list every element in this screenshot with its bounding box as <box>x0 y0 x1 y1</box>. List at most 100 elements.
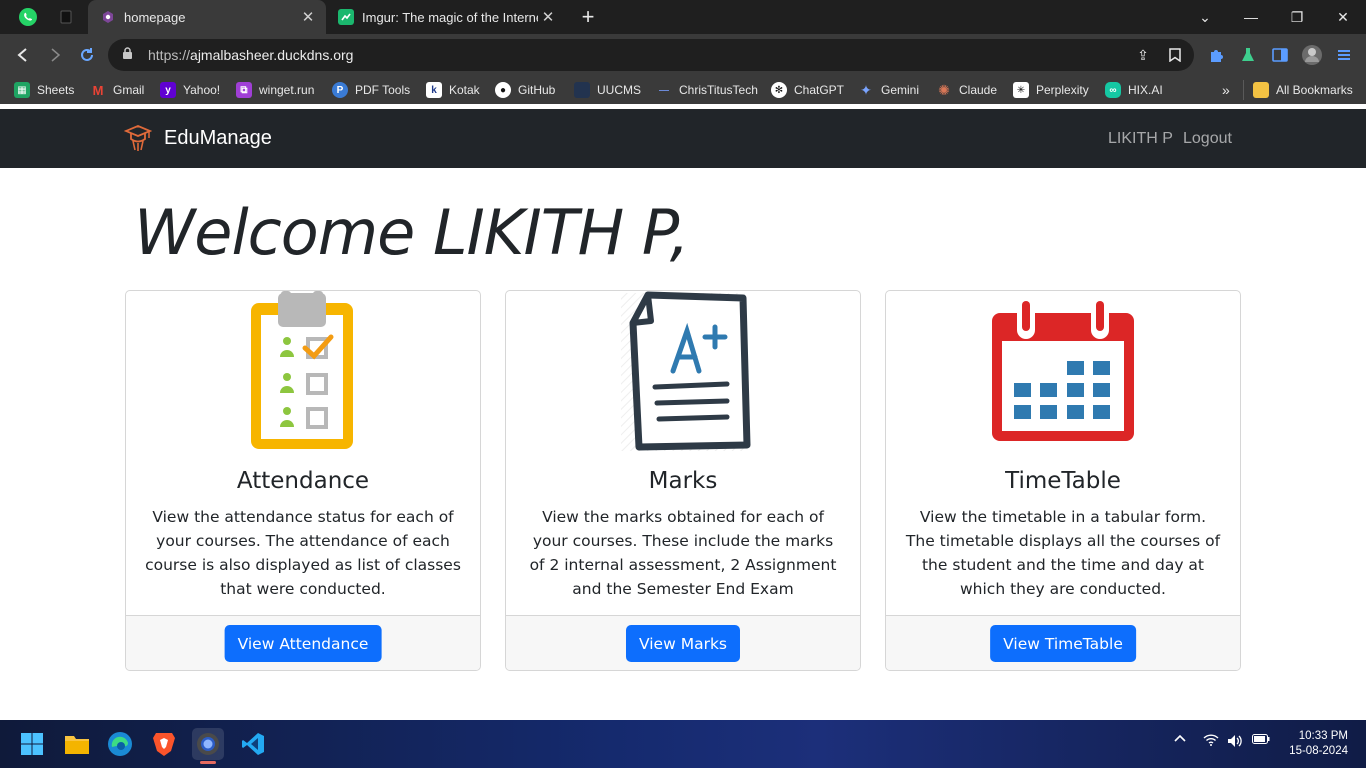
clock-time: 10:33 PM <box>1298 730 1348 742</box>
wifi-icon[interactable] <box>1202 734 1220 746</box>
all-bookmarks-folder[interactable]: All Bookmarks <box>1253 80 1353 100</box>
card-text: View the marks obtained for each of your… <box>529 508 837 598</box>
bookmark-gemini[interactable]: ✦ Gemini <box>858 80 919 100</box>
tab-homepage[interactable]: homepage ✕ <box>88 0 326 34</box>
browser-toolbar: https://ajmalbasheer.duckdns.org ⇪ <box>0 34 1366 76</box>
windows-taskbar: 10:33 PM 15-08-2024 <box>0 720 1366 768</box>
menu-icon[interactable] <box>1331 42 1357 68</box>
bookmark-chatgpt[interactable]: ✻ ChatGPT <box>771 80 844 100</box>
tray-overflow-chevron-icon[interactable] <box>1172 734 1188 742</box>
bookmark-gmail[interactable]: M Gmail <box>90 80 145 100</box>
notes-app-icon[interactable] <box>54 5 78 29</box>
timetable-card: TimeTable View the timetable in a tabula… <box>885 290 1241 671</box>
marks-card: Marks View the marks obtained for each o… <box>505 290 861 671</box>
tor-icon <box>100 9 116 25</box>
welcome-user-name: LIKITH P, <box>432 196 690 269</box>
gemini-icon: ✦ <box>860 81 872 98</box>
card-footer: View Marks <box>506 615 860 670</box>
bookmark-winget[interactable]: ⧉ winget.run <box>236 80 314 100</box>
extensions-icon[interactable] <box>1203 42 1229 68</box>
yahoo-icon: y <box>160 82 176 98</box>
new-tab-button[interactable]: + <box>576 4 600 29</box>
gmail-icon: M <box>92 82 104 98</box>
sheets-icon: ▦ <box>14 82 30 98</box>
tab-imgur[interactable]: Imgur: The magic of the Internet ✕ <box>326 0 566 34</box>
share-icon[interactable]: ⇪ <box>1130 42 1156 68</box>
claude-icon: ✺ <box>938 81 950 98</box>
brave-browser-icon[interactable] <box>148 728 180 760</box>
bookmark-hixai[interactable]: ∞ HIX.AI <box>1105 80 1163 100</box>
address-bar[interactable]: https://ajmalbasheer.duckdns.org ⇪ <box>108 39 1194 71</box>
chatgpt-icon: ✻ <box>771 82 787 98</box>
edge-browser-icon[interactable] <box>104 728 136 760</box>
card-title: TimeTable <box>1005 468 1121 494</box>
christitustech-icon: — <box>659 84 669 96</box>
volume-icon[interactable] <box>1226 734 1244 748</box>
lock-icon <box>122 47 136 63</box>
browser-tab-strip: homepage ✕ Imgur: The magic of the Inter… <box>0 0 1366 34</box>
bookmark-christitustech[interactable]: — ChrisTitusTech <box>656 80 758 100</box>
view-attendance-button[interactable]: View Attendance <box>224 625 382 662</box>
close-window-button[interactable]: ✕ <box>1320 0 1366 34</box>
reload-button[interactable] <box>74 42 100 68</box>
battery-icon[interactable] <box>1251 734 1271 744</box>
perplexity-icon: ✳ <box>1013 82 1029 98</box>
folder-icon <box>1253 82 1269 98</box>
card-text: View the attendance status for each of y… <box>145 508 461 598</box>
site-navbar: EduManage LIKITH P Logout <box>0 109 1366 168</box>
bookmark-claude[interactable]: ✺ Claude <box>936 80 997 100</box>
imgur-icon <box>338 9 354 25</box>
vscode-icon[interactable] <box>237 728 269 760</box>
back-button[interactable] <box>10 42 36 68</box>
bookmarks-divider <box>1243 80 1244 100</box>
view-marks-button[interactable]: View Marks <box>625 625 741 662</box>
profile-avatar[interactable] <box>1299 42 1325 68</box>
brand-link[interactable]: EduManage <box>124 123 272 153</box>
nav-user-link[interactable]: LIKITH P <box>1108 130 1173 148</box>
welcome-prefix: Welcome <box>134 196 433 269</box>
bookmark-uucms[interactable]: UUCMS <box>574 80 641 100</box>
labs-flask-icon[interactable] <box>1235 42 1261 68</box>
kotak-icon: k <box>426 82 442 98</box>
bookmark-sheets[interactable]: ▦ Sheets <box>14 80 74 100</box>
whatsapp-icon[interactable] <box>16 5 40 29</box>
card-text: View the timetable in a tabular form. Th… <box>905 508 1221 598</box>
file-explorer-icon[interactable] <box>61 728 93 760</box>
tab-search-icon[interactable]: ⌄ <box>1182 0 1228 34</box>
forward-button[interactable] <box>42 42 68 68</box>
bookmark-pdf-tools[interactable]: P PDF Tools <box>332 80 410 100</box>
bookmark-kotak[interactable]: k Kotak <box>426 80 480 100</box>
card-title: Attendance <box>236 468 370 494</box>
close-icon[interactable]: ✕ <box>538 7 558 27</box>
chrome-browser-icon[interactable] <box>192 728 224 764</box>
welcome-heading: Welcome LIKITH P, <box>134 196 690 269</box>
brand-name: EduManage <box>164 126 272 149</box>
graduation-cap-logo-icon <box>124 125 152 151</box>
card-title: Marks <box>648 468 718 494</box>
pdf-tools-icon: P <box>332 82 348 98</box>
bookmarks-bar: ▦ Sheets M Gmail y Yahoo! ⧉ winget.run P PDF … <box>0 76 1366 104</box>
restore-button[interactable]: ❐ <box>1274 0 1320 34</box>
tab-title: Imgur: The magic of the Internet <box>362 9 538 25</box>
attendance-clipboard-icon <box>251 291 353 449</box>
bookmark-perplexity[interactable]: ✳ Perplexity <box>1013 80 1089 100</box>
card-footer: View TimeTable <box>886 615 1240 670</box>
bookmark-yahoo[interactable]: y Yahoo! <box>160 80 220 100</box>
minimize-button[interactable]: — <box>1228 0 1274 34</box>
timetable-calendar-icon <box>992 301 1134 441</box>
marks-graded-paper-icon <box>621 291 751 451</box>
view-timetable-button[interactable]: View TimeTable <box>990 625 1136 662</box>
side-panel-icon[interactable] <box>1267 42 1293 68</box>
more-bookmarks-button[interactable]: » <box>1222 80 1230 100</box>
tab-title: homepage <box>124 9 186 25</box>
github-icon: ● <box>495 82 511 98</box>
bookmark-github[interactable]: ● GitHub <box>495 80 555 100</box>
bookmark-star-icon[interactable] <box>1162 42 1188 68</box>
url-text: https://ajmalbasheer.duckdns.org <box>148 47 354 63</box>
hixai-icon: ∞ <box>1105 82 1121 98</box>
windows-start-icon[interactable] <box>16 728 48 760</box>
nav-logout-link[interactable]: Logout <box>1183 130 1232 148</box>
system-clock[interactable]: 10:33 PM 15-08-2024 <box>1289 729 1348 759</box>
attendance-card: Attendance View the attendance status fo… <box>125 290 481 671</box>
close-icon[interactable]: ✕ <box>298 7 318 27</box>
